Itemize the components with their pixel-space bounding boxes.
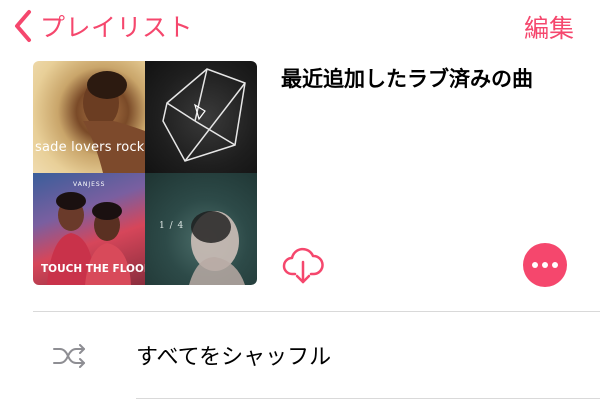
album-cover-3: VANJESS TOUCH THE FLOOR: [33, 173, 145, 285]
wireframe-cube-graphic: [162, 68, 246, 162]
playlist-title: 最近追加したラブ済みの曲: [281, 67, 533, 91]
playlist-artwork: sade lovers rock VANJESS TOUCH THE FLOOR…: [33, 61, 257, 285]
shuffle-icon: [53, 344, 85, 368]
back-button-label: プレイリスト: [40, 13, 194, 42]
ellipsis-icon-dot: [552, 262, 558, 268]
album-cover-3-title: TOUCH THE FLOOR: [41, 263, 145, 275]
blurred-portrait-figure: [189, 211, 245, 285]
back-button[interactable]: プレイリスト: [12, 6, 193, 46]
ellipsis-icon-dot: [532, 262, 538, 268]
ellipsis-icon-dot: [542, 262, 548, 268]
separator: [136, 398, 600, 399]
download-button[interactable]: [282, 244, 324, 286]
album-cover-1-title: sade lovers rock: [35, 140, 145, 155]
navigation-bar: プレイリスト 編集: [0, 0, 600, 50]
album-cover-4: 1 / 4: [145, 173, 257, 285]
chevron-left-icon: [15, 10, 31, 42]
portrait-figure: [83, 71, 145, 173]
edit-button[interactable]: 編集: [524, 9, 574, 45]
album-cover-2: [145, 61, 257, 173]
shuffle-all-label: すべてをシャッフル: [136, 345, 332, 370]
shuffle-all-row[interactable]: すべてをシャッフル: [0, 312, 600, 398]
album-cover-1: sade lovers rock: [33, 61, 145, 173]
more-options-button[interactable]: [523, 243, 567, 287]
cloud-download-icon: [282, 247, 324, 284]
